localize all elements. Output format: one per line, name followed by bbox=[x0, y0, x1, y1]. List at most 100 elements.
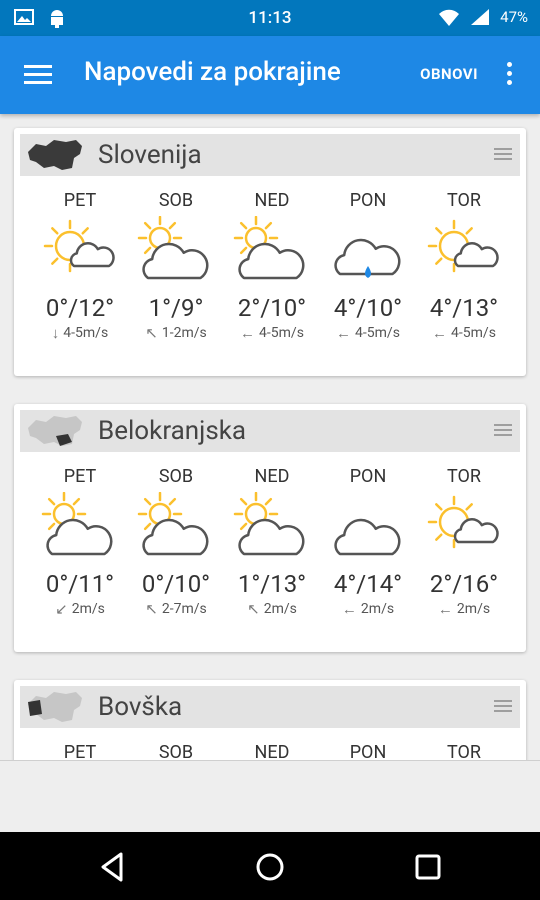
partly-cloudy-icon bbox=[41, 491, 113, 556]
wind-speed: 2-7m/s bbox=[161, 601, 207, 617]
back-icon[interactable] bbox=[95, 850, 129, 884]
partly-cloudy-icon bbox=[137, 491, 209, 556]
weather-icon-wrap bbox=[328, 492, 408, 564]
forecast-day: TOR bbox=[416, 742, 512, 760]
wind-direction-icon: ← bbox=[240, 324, 256, 342]
forecast-day: NED 2°/10° ← 4-5m/s bbox=[224, 190, 320, 342]
day-name: PON bbox=[349, 742, 387, 760]
drag-handle-icon[interactable] bbox=[494, 700, 512, 714]
region-map-icon bbox=[28, 692, 82, 722]
region-name: Slovenija bbox=[98, 140, 202, 170]
forecast-day: PET 0°/12° ↓ 4-5m/s bbox=[32, 190, 128, 342]
page-title: Napovedi za pokrajine bbox=[84, 57, 341, 87]
temperature: 4°/10° bbox=[333, 294, 403, 322]
wind-direction-icon: ↖ bbox=[247, 600, 260, 618]
drag-handle-icon[interactable] bbox=[494, 148, 512, 162]
partly-cloudy-icon bbox=[233, 215, 305, 280]
weather-icon-wrap bbox=[328, 216, 408, 288]
wind-direction-icon: ← bbox=[437, 600, 453, 618]
wind: ↖ 2-7m/s bbox=[128, 600, 224, 618]
wind-speed: 4-5m/s bbox=[451, 325, 496, 341]
wind: ← 2m/s bbox=[320, 600, 416, 618]
sun-cloud-icon bbox=[427, 219, 499, 273]
region-name: Belokranjska bbox=[98, 416, 247, 446]
bottom-area bbox=[0, 760, 540, 833]
region-card[interactable]: Bovška PET SOB NED PON TOR bbox=[14, 680, 526, 760]
temperature: 2°/16° bbox=[429, 570, 499, 598]
temperature: 4°/13° bbox=[429, 294, 499, 322]
temperature: 0°/11° bbox=[45, 570, 115, 598]
temperature: 0°/12° bbox=[45, 294, 115, 322]
overflow-menu-icon[interactable] bbox=[504, 60, 514, 90]
wind-speed: 2m/s bbox=[263, 601, 297, 617]
cloud-icon bbox=[334, 518, 401, 556]
temperature: 0°/10° bbox=[141, 570, 211, 598]
day-name: PET bbox=[63, 190, 97, 211]
region-card[interactable]: Belokranjska PET 0°/11° ↙ 2m/s SOB 0°/10… bbox=[14, 404, 526, 652]
day-name: PET bbox=[63, 466, 97, 487]
partly-cloudy-icon bbox=[233, 491, 305, 556]
forecast-day: PON 4°/10° ← 4-5m/s bbox=[320, 190, 416, 342]
wind: ← 4-5m/s bbox=[416, 324, 512, 342]
region-list[interactable]: Slovenija PET 0°/12° ↓ 4-5m/s SOB 1°/9° … bbox=[0, 114, 540, 760]
menu-icon[interactable] bbox=[24, 63, 52, 87]
card-header[interactable]: Bovška bbox=[20, 686, 520, 728]
temperature: 2°/10° bbox=[237, 294, 307, 322]
forecast-day: NED bbox=[224, 742, 320, 760]
forecast-day: TOR 2°/16° ← 2m/s bbox=[416, 466, 512, 618]
card-header[interactable]: Slovenija bbox=[20, 134, 520, 176]
wind-speed: 4-5m/s bbox=[355, 325, 400, 341]
sun-cloud-icon bbox=[43, 219, 115, 273]
day-name: SOB bbox=[158, 742, 194, 760]
forecast-day: PET bbox=[32, 742, 128, 760]
region-card[interactable]: Slovenija PET 0°/12° ↓ 4-5m/s SOB 1°/9° … bbox=[14, 128, 526, 376]
partly-cloudy-icon bbox=[137, 215, 209, 280]
wind: ↖ 2m/s bbox=[224, 600, 320, 618]
wind-speed: 4-5m/s bbox=[63, 325, 109, 341]
day-name: PET bbox=[63, 742, 97, 760]
recents-icon[interactable] bbox=[411, 850, 445, 884]
forecast-day: PET 0°/11° ↙ 2m/s bbox=[32, 466, 128, 618]
weather-icon-wrap bbox=[40, 491, 120, 564]
wind-direction-icon: ← bbox=[336, 324, 352, 342]
wind: ↖ 1-2m/s bbox=[128, 324, 224, 342]
forecast-day: PON 4°/14° ← 2m/s bbox=[320, 466, 416, 618]
weather-icon-wrap bbox=[40, 216, 120, 288]
wind: ← 2m/s bbox=[416, 600, 512, 618]
status-right-icons: 47% bbox=[438, 8, 528, 26]
drag-handle-icon[interactable] bbox=[494, 424, 512, 438]
day-name: TOR bbox=[447, 466, 481, 487]
temperature: 1°/9° bbox=[148, 294, 204, 322]
status-bar: 11:13 47% bbox=[0, 0, 540, 36]
day-name: NED bbox=[254, 190, 290, 211]
card-header[interactable]: Belokranjska bbox=[20, 410, 520, 452]
rain-cloud-icon bbox=[334, 238, 401, 278]
region-name: Bovška bbox=[98, 692, 183, 722]
day-name: NED bbox=[254, 466, 290, 487]
wind-speed: 2m/s bbox=[71, 601, 105, 617]
app-bar: Napovedi za pokrajine OBNOVI bbox=[0, 36, 540, 114]
wind-direction-icon: ↖ bbox=[145, 324, 158, 342]
wind-direction-icon: ← bbox=[432, 324, 448, 342]
wind-speed: 2m/s bbox=[456, 601, 491, 617]
day-name: PON bbox=[349, 190, 387, 211]
signal-icon bbox=[471, 9, 490, 25]
refresh-button[interactable]: OBNOVI bbox=[420, 65, 478, 83]
forecast-day: SOB 0°/10° ↖ 2-7m/s bbox=[128, 466, 224, 618]
day-name: PON bbox=[349, 466, 387, 487]
region-map-icon bbox=[28, 416, 82, 446]
day-name: SOB bbox=[158, 466, 194, 487]
wifi-icon bbox=[439, 9, 460, 26]
forecast-day: PON bbox=[320, 742, 416, 760]
forecast-day: SOB bbox=[128, 742, 224, 760]
weather-icon-wrap bbox=[232, 215, 312, 288]
home-icon[interactable] bbox=[253, 850, 287, 884]
wind-speed: 1-2m/s bbox=[161, 325, 207, 341]
battery-percent: 47% bbox=[500, 8, 528, 26]
day-name: TOR bbox=[447, 190, 481, 211]
wind-direction-icon: ↙ bbox=[55, 600, 68, 618]
wind: ← 4-5m/s bbox=[320, 324, 416, 342]
sun-cloud-icon bbox=[427, 495, 499, 549]
day-name: SOB bbox=[158, 190, 194, 211]
wind: ↓ 4-5m/s bbox=[32, 324, 128, 342]
